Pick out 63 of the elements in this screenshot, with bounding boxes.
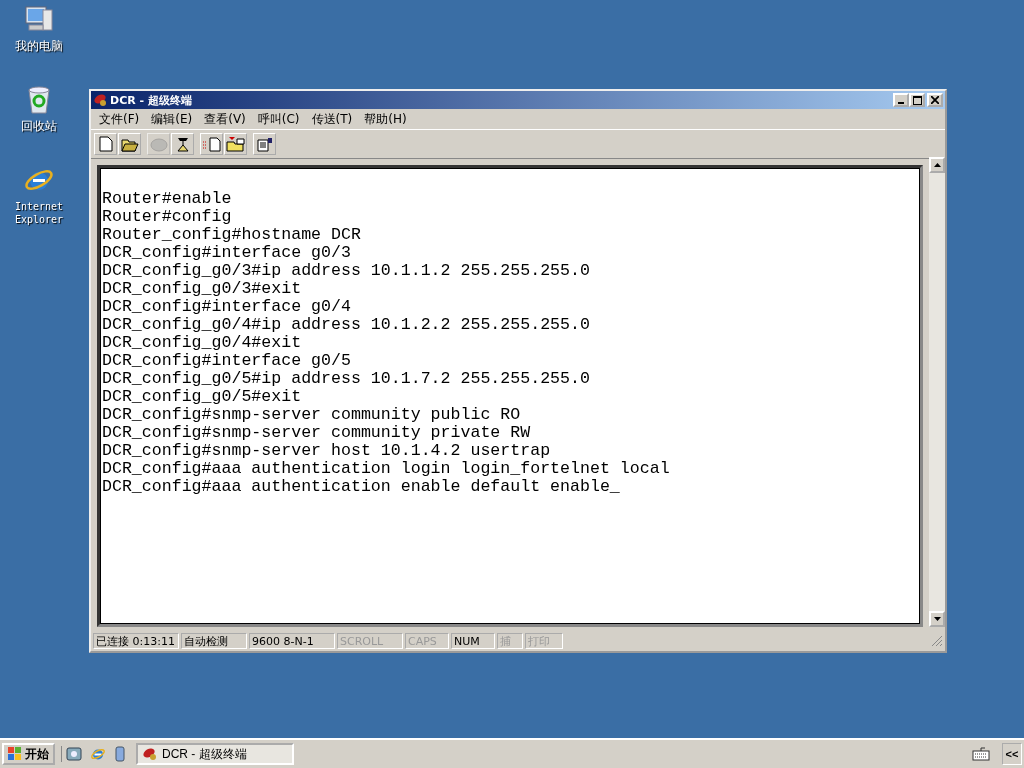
desktop-icon[interactable] [66,746,82,762]
terminal-line: DCR_config#interface g0/4 [102,298,352,316]
terminal-line: DCR_config_g0/5#exit [102,388,303,406]
toolbar-button[interactable] [253,133,276,155]
maximize-button[interactable] [909,93,925,107]
terminal-line: DCR_config_g0/3#exit [102,280,303,298]
up-arrow-icon [933,163,941,167]
desktop-icon-label[interactable]: Internet Explorer [9,200,69,226]
menu-item[interactable]: 文件(F) [93,110,146,128]
close-button[interactable] [927,93,943,107]
app-icon [142,747,158,761]
document-icon [201,136,222,152]
down-arrow-icon [933,617,941,621]
minimize-button[interactable] [893,93,909,107]
menu-item[interactable]: 帮助(H) [358,110,413,128]
folder-icon [225,136,246,152]
menu-item[interactable]: 传送(T) [305,110,359,128]
status-pane: CAPS [405,633,449,649]
terminal-line: DCR_config#interface g0/5 [102,352,352,370]
resize-grip-icon[interactable] [931,635,943,647]
browser-icon[interactable] [90,746,106,762]
terminal-line: DCR_config#aaa authentication login login_fortelnet local [102,460,671,478]
status-pane: SCROLL [337,633,403,649]
scrollbar[interactable] [929,157,945,627]
scroll-up-button[interactable] [929,157,945,173]
start-button[interactable]: 开始 [2,743,55,765]
keyboard-icon[interactable] [972,747,990,761]
desktop-icon-label[interactable]: 我的电脑 [15,40,63,53]
desktop-icon-label[interactable]: 回收站 [21,120,57,133]
taskbar-button[interactable]: DCR - 超级终端 [136,743,294,765]
window-title: DCR - 超级终端 [110,92,193,108]
status-pane: 9600 8-N-1 [249,633,335,649]
menu-item[interactable]: 编辑(E) [145,110,199,128]
terminal-line: DCR_config_g0/3#ip address 10.1.1.2 255.255.255.0 [102,262,591,280]
menu-item[interactable]: 查看(V) [198,110,252,128]
terminal-screen[interactable] [97,165,923,627]
status-pane: 自动检测 [181,633,247,649]
terminal-line: DCR_config_g0/4#ip address 10.1.2.2 255.255.255.0 [102,316,591,334]
status-pane: NUM [451,633,495,649]
app-icon [93,93,107,107]
new-document-icon [98,136,113,152]
terminal-line: Router#enable [102,190,233,208]
terminal-line: DCR_config#aaa authentication enable default enable_ [102,478,621,496]
toolbar-button[interactable] [224,133,247,155]
terminal-line: DCR_config#snmp-server community public RO [102,406,522,424]
terminal-line: DCR_config#interface g0/3 [102,244,352,262]
status-pane: 已连接 0:13:11 [93,633,179,649]
toolbar-button[interactable] [118,133,141,155]
maximize-icon [912,95,922,105]
windows-flag-icon [8,747,22,761]
toolbar-button[interactable] [171,133,194,155]
scroll-down-button[interactable] [929,611,945,627]
terminal-line: DCR_config#snmp-server host 10.1.4.2 usertrap [102,442,552,460]
terminal-line: DCR_config_g0/4#exit [102,334,303,352]
terminal-line: Router_config#hostname DCR [102,226,362,244]
terminal-line: DCR_config#snmp-server community private RW [102,424,532,442]
terminal-line: DCR_config_g0/5#ip address 10.1.7.2 255.255.255.0 [102,370,591,388]
close-icon [931,96,939,104]
folder-icon [120,136,139,152]
menu-item[interactable]: 呼叫(C) [251,110,306,128]
properties-icon [255,136,274,152]
terminal-line: Router#config [102,208,233,226]
show-hidden-icons-button[interactable]: << [1002,743,1022,765]
